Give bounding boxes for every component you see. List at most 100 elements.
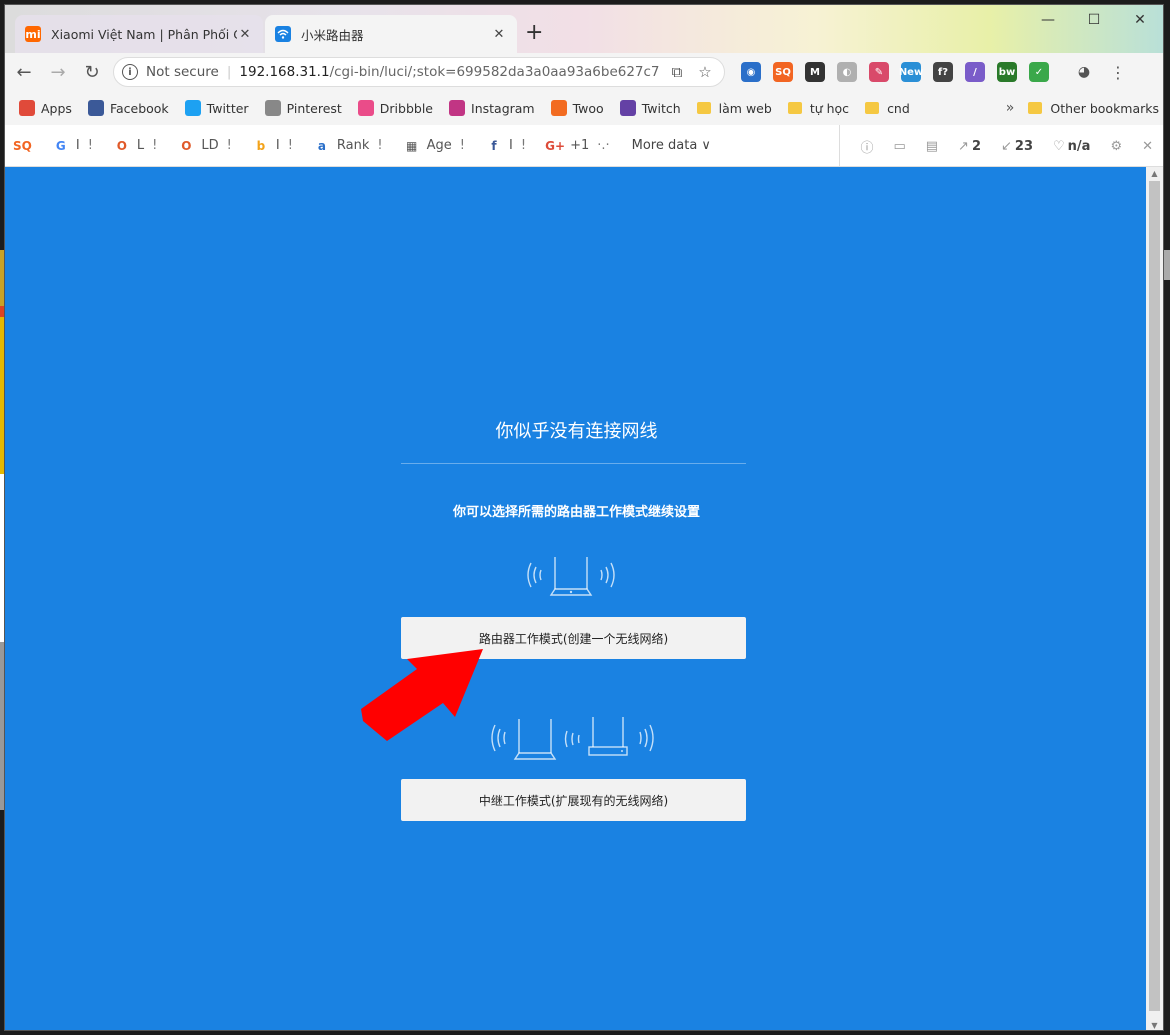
metric-value: ! [377, 138, 383, 153]
bookmark-label: tự học [809, 100, 850, 116]
seoquake-metric[interactable]: G I! [54, 138, 93, 153]
folder-icon [1028, 102, 1043, 114]
bookmark-item[interactable]: cnd [865, 101, 910, 116]
minimize-button[interactable]: — [1025, 5, 1071, 35]
scrollbar-thumb[interactable] [1149, 181, 1160, 1011]
other-bookmarks[interactable]: Other bookmarks [1028, 101, 1159, 116]
bookmarks-overflow-button[interactable]: » [1006, 100, 1015, 116]
metric-label: Rank [336, 138, 370, 153]
seoquake-metric[interactable]: f I! [487, 138, 526, 153]
eyedropper-icon[interactable]: ✎ [869, 62, 889, 82]
metric-label: L [136, 138, 145, 153]
bookmark-item[interactable]: Dribbble [357, 100, 434, 116]
bookmark-label: Dribbble [379, 100, 434, 116]
bookmark-item[interactable]: Facebook [87, 100, 169, 116]
repeater-icon [491, 717, 654, 760]
twitch-icon [619, 100, 636, 116]
forward-button[interactable]: → [43, 57, 73, 87]
metric-label: LD [201, 138, 219, 153]
metric-label: +1 [570, 138, 590, 153]
address-bar[interactable]: i Not secure | 192.168.31.1/cgi-bin/luci… [113, 57, 725, 87]
metric-label: I [509, 138, 513, 153]
tab-close-icon[interactable]: ✕ [237, 27, 253, 42]
seoquake-logo-icon[interactable]: SQ [13, 139, 32, 153]
page-subtitle: 你可以选择所需的路由器工作模式继续设置 [452, 505, 700, 520]
grey-icon[interactable]: ◐ [837, 62, 857, 82]
bookmark-item[interactable]: Instagram [449, 100, 535, 116]
seoquake-metric[interactable]: O L! [115, 138, 158, 153]
bookmark-item[interactable]: Pinterest [264, 100, 342, 116]
red-arrow-annotation [361, 649, 483, 741]
seoquake-metric[interactable]: b I! [254, 138, 293, 153]
folder-icon [787, 102, 802, 114]
bookmark-item[interactable]: Apps [19, 100, 72, 116]
bookmark-item[interactable]: Twoo [550, 100, 604, 116]
tab-close-icon[interactable]: ✕ [491, 27, 507, 42]
info-icon-glyph: ⓘ [860, 140, 874, 156]
tab-xiaomi[interactable]: mi Xiaomi Việt Nam | Phân Phối Chính ✕ [15, 15, 263, 53]
bookmark-label: Apps [41, 100, 72, 116]
bookmark-label: Pinterest [286, 100, 342, 116]
new-icon[interactable]: New [899, 62, 923, 82]
bookmark-star-icon[interactable]: ☆ [694, 63, 716, 81]
bw-icon[interactable]: bw [997, 62, 1017, 82]
close-window-button[interactable]: ✕ [1117, 5, 1163, 35]
wifi-icon [275, 26, 291, 42]
browser-window: mi Xiaomi Việt Nam | Phân Phối Chính ✕ 小… [4, 4, 1164, 1031]
scroll-down-icon[interactable]: ▼ [1146, 1021, 1163, 1030]
m-icon[interactable]: M [805, 62, 825, 82]
info-icon[interactable]: i [122, 64, 138, 80]
seoquake-icon[interactable]: SQ [773, 62, 793, 82]
font-icon[interactable]: f? [933, 62, 953, 82]
metric-value: ! [152, 138, 158, 153]
circle-icon: O [181, 138, 192, 153]
page-title: 你似乎没有连接网线 [495, 421, 658, 442]
new-tab-button[interactable]: + [525, 21, 543, 45]
bookmark-item[interactable]: Twitch [619, 100, 681, 116]
seoquake-metric[interactable]: a Rank! [315, 138, 383, 153]
profile-avatar[interactable]: ◕ [1069, 57, 1099, 87]
ext-blue-icon[interactable]: ◉ [741, 62, 761, 82]
apps-icon [19, 100, 35, 116]
monitor-icon[interactable]: ▭ [893, 139, 905, 154]
report-icon[interactable]: ▤ [926, 139, 938, 154]
tab-title: Xiaomi Việt Nam | Phân Phối Chính [51, 26, 237, 42]
reload-button[interactable]: ↻ [77, 57, 107, 87]
back-button[interactable]: ← [9, 57, 39, 87]
seoquake-metric[interactable]: G+ +1 ·.· [545, 138, 610, 153]
bookmark-item[interactable]: tự học [787, 100, 850, 116]
maximize-button[interactable]: ☐ [1071, 5, 1117, 35]
vertical-scrollbar[interactable]: ▲ ▼ [1146, 167, 1163, 1030]
heart-icon[interactable]: ♡ n/a [1053, 139, 1090, 154]
bookmark-item[interactable]: làm web [696, 101, 772, 116]
check-icon[interactable]: ✓ [1029, 62, 1049, 82]
close-icon[interactable]: ✕ [1142, 139, 1153, 154]
gear-icon[interactable]: ⚙ [1110, 139, 1122, 154]
seoquake-metric[interactable]: O LD! [179, 138, 232, 153]
google-icon: G [55, 138, 66, 153]
desktop-edge-right [1164, 250, 1170, 280]
metric-value: 23 [1014, 138, 1033, 154]
metric-label: I [75, 138, 80, 153]
metric-value: 2 [971, 138, 981, 154]
translate-icon[interactable]: ⧉ [666, 63, 688, 81]
seoquake-metric[interactable]: ▦ Age! [405, 138, 465, 153]
internal-link-icon[interactable]: ↙ 23 [1001, 139, 1033, 154]
pen-icon[interactable]: / [965, 62, 985, 82]
circle-icon: O [116, 138, 127, 153]
info-icon[interactable]: ⓘ [860, 137, 873, 156]
tab-router[interactable]: 小米路由器 ✕ [265, 15, 517, 53]
external-link-icon[interactable]: ↗ 2 [958, 139, 981, 154]
repeater-mode-button[interactable]: 中继工作模式(扩展现有的无线网络) [401, 779, 746, 821]
alexa-icon: a [317, 138, 326, 153]
metric-value: ! [226, 138, 232, 153]
bookmark-item[interactable]: Twitter [184, 100, 249, 116]
bing-icon: b [256, 138, 266, 153]
seoquake-right-tools: ⓘ ▭ ▤ ↗ 2 ↙ 23 ♡ n/a ⚙ ✕ [839, 125, 1163, 167]
metric-value: ! [87, 138, 93, 153]
window-controls: — ☐ ✕ [1025, 5, 1163, 35]
menu-kebab-icon[interactable]: ⋮ [1103, 57, 1133, 87]
more-data-dropdown[interactable]: More data ∨ [632, 138, 711, 153]
url-text[interactable]: 192.168.31.1/cgi-bin/luci/;stok=699582da… [239, 64, 660, 80]
scroll-up-icon[interactable]: ▲ [1146, 169, 1163, 178]
